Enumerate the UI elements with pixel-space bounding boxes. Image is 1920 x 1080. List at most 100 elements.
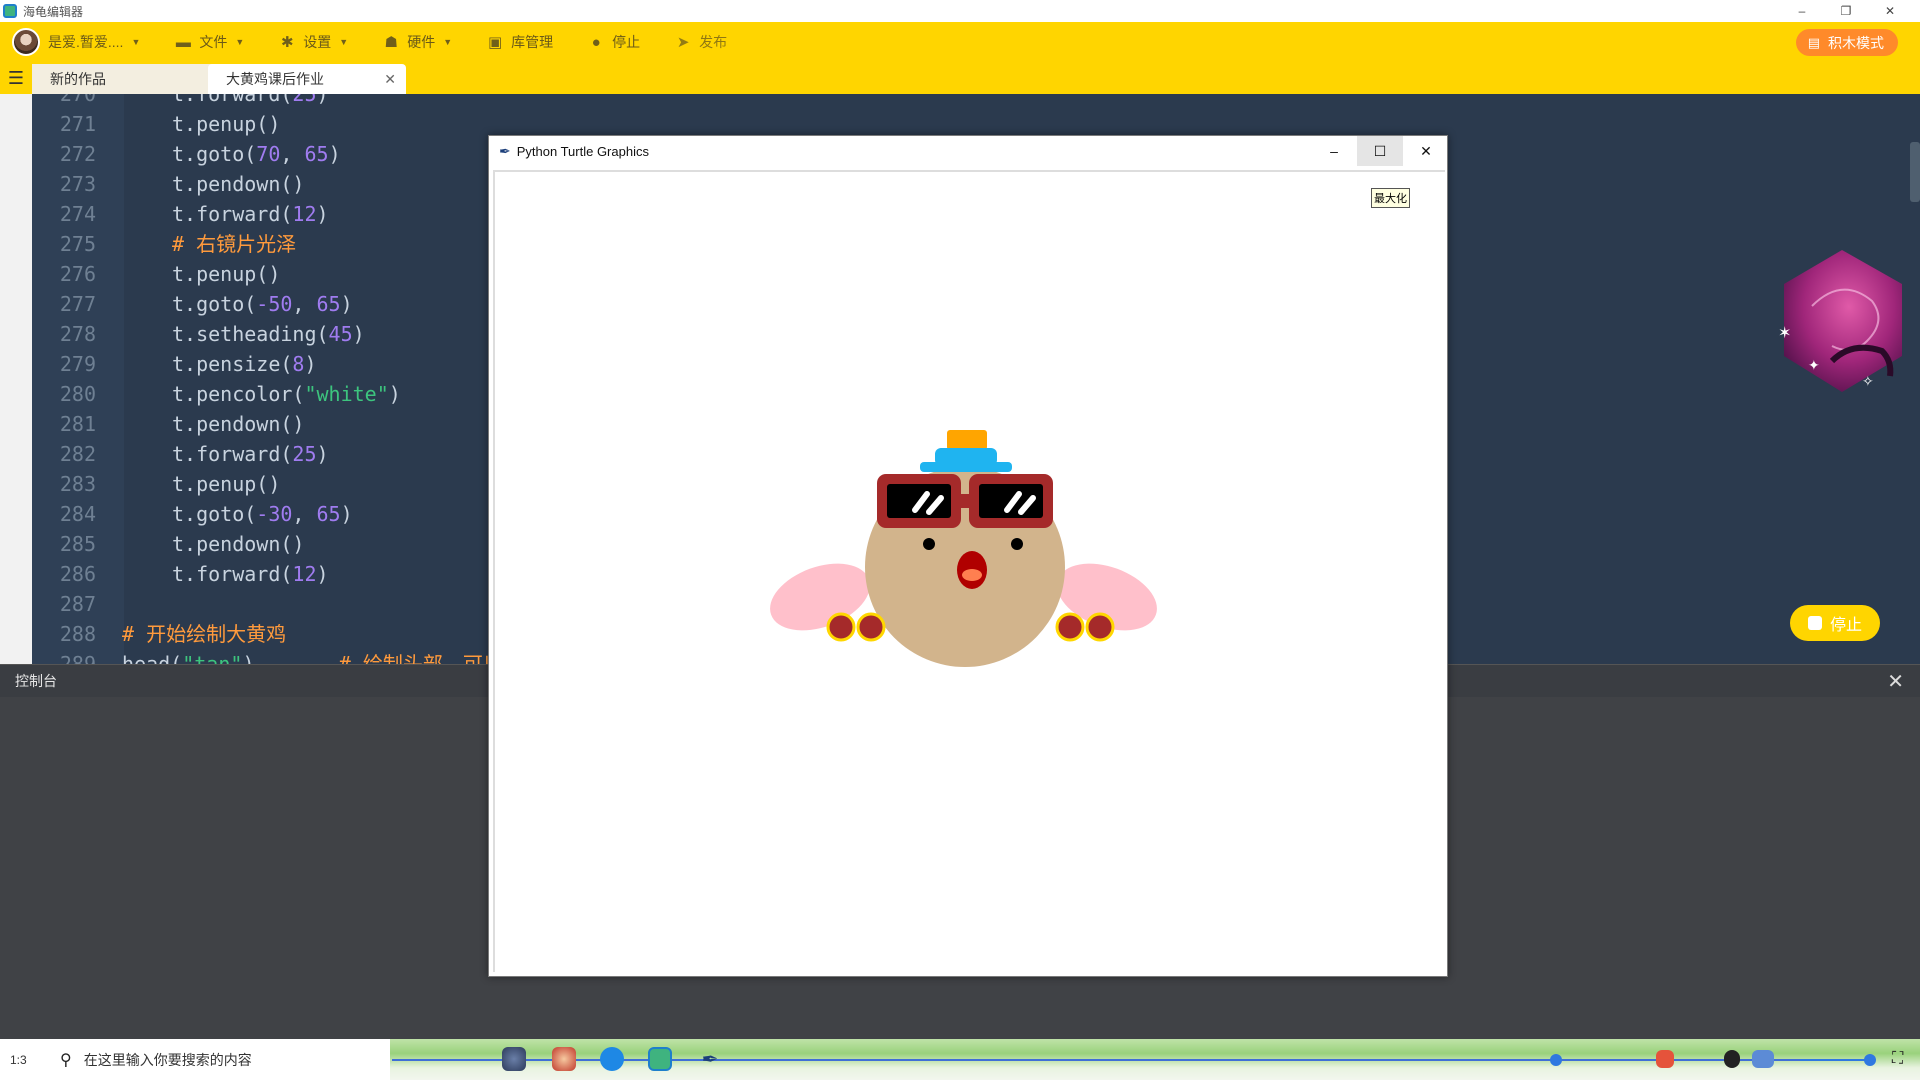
svg-text:✶: ✶ — [1778, 323, 1791, 342]
line-number: 285 — [59, 532, 96, 556]
turtle-window-title: Python Turtle Graphics — [516, 143, 649, 159]
hardware-menu[interactable]: ☗ 硬件 ▼ — [382, 32, 452, 52]
stop-button[interactable]: ● 停止 — [587, 32, 641, 52]
turtle-editor-taskbar-icon[interactable] — [648, 1047, 672, 1071]
tab-strip: ☰ 新的作品 大黄鸡课后作业 ✕ — [0, 62, 1920, 94]
restore-button[interactable]: ❐ — [1824, 0, 1868, 22]
decorative-hexagon-widget[interactable]: ✶ ✦ ✧ — [1772, 246, 1912, 396]
line-number: 281 — [59, 412, 96, 436]
floating-stop-button[interactable]: 停止 — [1790, 605, 1880, 641]
app-logo-icon — [3, 4, 17, 18]
editor-scrollbar[interactable] — [1910, 142, 1920, 202]
stop-label: 停止 — [612, 34, 641, 50]
line-number: 288 — [59, 622, 96, 646]
settings-menu[interactable]: ✱ 设置 ▼ — [278, 32, 348, 52]
code-token: "tan" — [182, 652, 243, 664]
tab-new-work[interactable]: 新的作品 — [32, 64, 220, 94]
code-token: t.forward( — [172, 94, 293, 106]
user-menu[interactable]: 是爱.暂爱.... ▼ — [48, 32, 140, 52]
code-token: t.penup() — [172, 472, 281, 496]
line-number: 272 — [59, 142, 96, 166]
send-icon: ➤ — [676, 34, 690, 51]
app-title: 海龟编辑器 — [23, 4, 84, 19]
code-token: , — [292, 292, 317, 316]
tray-speaker-icon[interactable] — [1752, 1050, 1774, 1068]
file-menu[interactable]: ▬ 文件 ▼ — [174, 32, 244, 52]
code-token: , — [292, 502, 317, 526]
file-menu-label: 文件 — [199, 34, 228, 50]
user-avatar[interactable] — [12, 28, 40, 56]
tab-current-file[interactable]: 大黄鸡课后作业 ✕ — [208, 64, 406, 94]
taskbar-search-box[interactable]: ⚲ 在这里输入你要搜索的内容 — [48, 1039, 390, 1080]
block-mode-button[interactable]: ▤ 积木模式 — [1795, 29, 1898, 56]
turtle-graphics-window[interactable]: ✒ Python Turtle Graphics – ☐ ✕ 最大化 — [488, 135, 1448, 977]
user-name: 是爱.暂爱.... — [48, 34, 124, 50]
blocks-icon: ▤ — [1807, 34, 1820, 50]
code-text: # 开始绘制大黄鸡 — [122, 619, 286, 649]
volume-handle[interactable] — [1864, 1054, 1876, 1066]
feather-taskbar-icon[interactable]: ✒ — [698, 1047, 722, 1071]
left-foot-1 — [826, 612, 856, 642]
chevron-down-icon: ▼ — [443, 37, 453, 47]
title-bar: 海龟编辑器 – ❐ ✕ — [0, 0, 1920, 22]
taskbar-app-icon-1[interactable] — [502, 1047, 526, 1071]
code-token: 25 — [292, 94, 317, 106]
code-token: t.pendown() — [172, 532, 305, 556]
floating-stop-label: 停止 — [1829, 617, 1862, 634]
line-number: 280 — [59, 382, 96, 406]
code-token: 12 — [292, 562, 317, 586]
tab-close-icon[interactable]: ✕ — [384, 71, 396, 88]
code-token: t.goto( — [172, 292, 257, 316]
code-token: t.goto( — [172, 502, 257, 526]
code-token: 65 — [304, 142, 329, 166]
minimize-button[interactable]: – — [1780, 0, 1824, 22]
main-toolbar: 是爱.暂爱.... ▼ ▬ 文件 ▼ ✱ 设置 ▼ ☗ 硬件 ▼ ▣ 库管理 ●… — [0, 22, 1920, 62]
media-progress-handle[interactable] — [1550, 1054, 1562, 1066]
line-number: 289 — [59, 652, 96, 664]
volume-track[interactable] — [1800, 1059, 1870, 1061]
tray-penguin-icon[interactable] — [1724, 1050, 1740, 1068]
right-eye — [1011, 538, 1023, 550]
hamburger-menu-icon[interactable]: ☰ — [0, 62, 32, 94]
code-line[interactable]: 270 t.forward(25) — [32, 94, 1832, 109]
right-foot-1 — [1055, 612, 1085, 642]
close-button[interactable]: ✕ — [1868, 0, 1912, 22]
hardware-icon: ☗ — [384, 34, 398, 51]
code-token: ) — [304, 352, 317, 376]
code-comment: # 开始绘制大黄鸡 — [122, 622, 287, 646]
code-token: ) — [340, 502, 353, 526]
feather-icon: ✒ — [499, 142, 511, 159]
code-token: t.setheading( — [172, 322, 329, 346]
tray-icon-1[interactable] — [1656, 1050, 1674, 1068]
turtle-minimize-button[interactable]: – — [1311, 136, 1357, 166]
windows-taskbar: 1:3 ⚲ 在这里输入你要搜索的内容 ✒ ⛶ — [0, 1039, 1920, 1080]
chevron-down-icon: ▼ — [235, 37, 245, 47]
stop-icon: ● — [591, 33, 601, 51]
svg-text:✦: ✦ — [1808, 358, 1820, 374]
turtle-maximize-button[interactable]: ☐ — [1357, 136, 1403, 166]
code-text: t.forward(12) — [172, 559, 329, 589]
taskbar-left-text[interactable]: 1:3 — [0, 1039, 48, 1080]
console-close-icon[interactable]: ✕ — [1887, 669, 1904, 694]
tab-label: 新的作品 — [50, 71, 106, 87]
code-token: t.pendown() — [172, 172, 305, 196]
library-button[interactable]: ▣ 库管理 — [486, 32, 553, 52]
publish-button[interactable]: ➤ 发布 — [674, 32, 727, 52]
gear-icon: ✱ — [281, 34, 294, 51]
code-token: t.penup() — [172, 262, 281, 286]
code-token: t.pencolor( — [172, 382, 305, 406]
line-number: 270 — [59, 94, 96, 106]
code-text: t.setheading(45) — [172, 319, 365, 349]
editor-left-bar — [0, 94, 32, 664]
hat-top — [947, 430, 987, 450]
fullscreen-icon[interactable]: ⛶ — [1892, 1050, 1910, 1068]
line-number: 279 — [59, 352, 96, 376]
code-comment: # 右镜片光泽 — [172, 232, 297, 256]
svg-text:✧: ✧ — [1862, 374, 1874, 390]
turtle-close-button[interactable]: ✕ — [1403, 136, 1449, 166]
taskbar-app-icon-3[interactable] — [600, 1047, 624, 1071]
line-number: 275 — [59, 232, 96, 256]
taskbar-app-icon-2[interactable] — [552, 1047, 576, 1071]
code-text: t.goto(70, 65) — [172, 139, 341, 169]
turtle-window-title-bar: ✒ Python Turtle Graphics – ☐ ✕ — [489, 136, 1447, 166]
